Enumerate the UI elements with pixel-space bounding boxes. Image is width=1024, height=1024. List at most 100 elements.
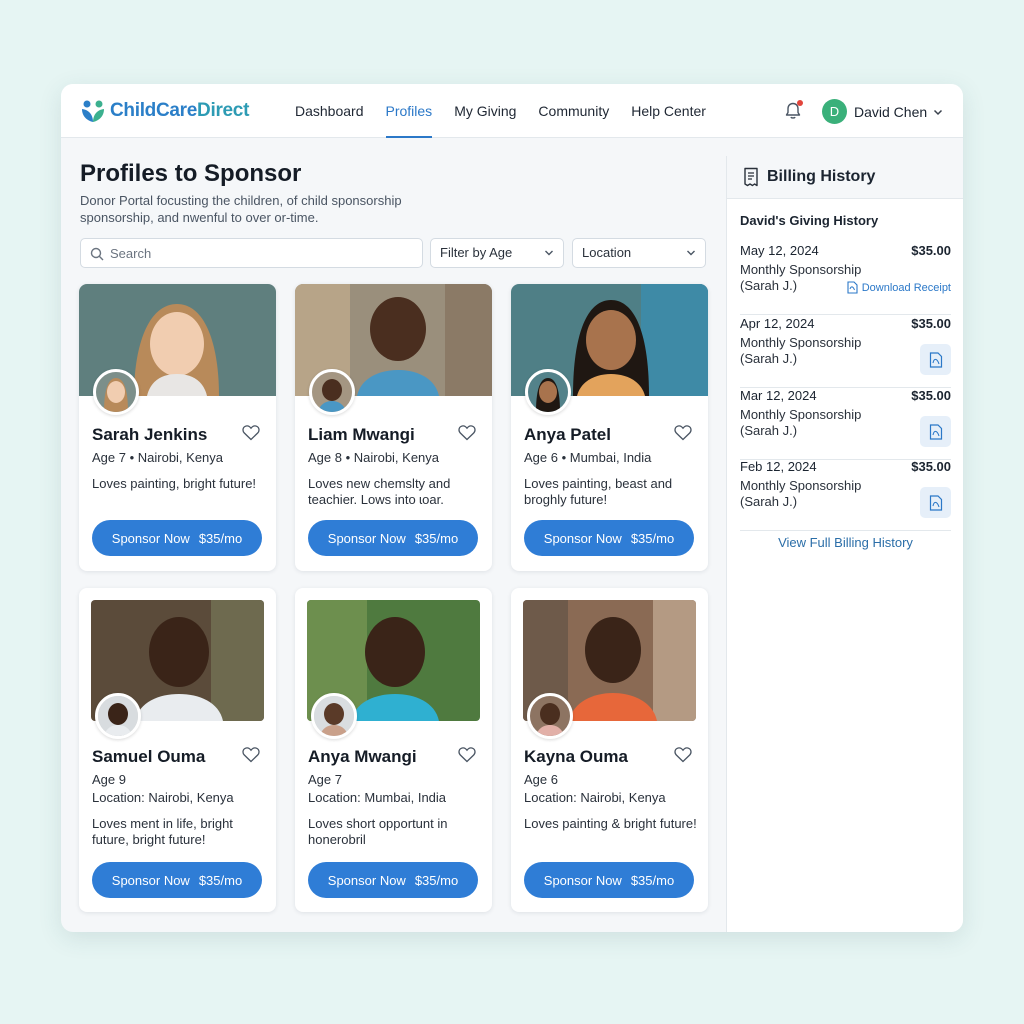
profile-name: Kayna Ouma bbox=[524, 747, 628, 766]
profile-meta: Age 8 • Nairobi, Kenya bbox=[308, 450, 440, 465]
notification-dot bbox=[797, 100, 803, 106]
sponsor-price: $35/mo bbox=[414, 872, 459, 888]
billing-amount: $35.00 bbox=[911, 459, 951, 474]
billing-amount: $35.00 bbox=[911, 243, 951, 258]
profile-description: Loves new chemslty and teachier. Lows in… bbox=[308, 476, 451, 507]
billing-entry: Feb 12, 2024 $35.00 Monthly Sponsorship … bbox=[740, 459, 951, 531]
billing-date: Apr 12, 2024 bbox=[740, 316, 815, 331]
profile-card[interactable]: Samuel Ouma Age 9 Location: Nairobi, Keny… bbox=[79, 588, 276, 912]
profile-card[interactable]: Anya Patel Age 6 • Mumbai, India Loves p… bbox=[511, 284, 708, 571]
user-name: David Chen bbox=[854, 103, 928, 120]
sponsor-label: Sponsor Now bbox=[327, 872, 406, 888]
billing-date: May 12, 2024 bbox=[740, 243, 819, 258]
sponsor-now-button[interactable]: Sponsor Now $35/mo bbox=[308, 862, 478, 898]
billing-entry: May 12, 2024 $35.00 Monthly Sponsorship … bbox=[740, 243, 951, 315]
profile-card[interactable]: Kayna Ouma Age 6 Location: Nairobi, Kenya… bbox=[511, 588, 708, 912]
sponsor-label: Sponsor Now bbox=[111, 872, 190, 888]
top-navigation-bar: ChildCareDirect Dashboard Profiles My Gi… bbox=[61, 84, 963, 138]
profile-description: Loves ment in life, bright future, brigh… bbox=[92, 816, 233, 847]
sponsor-price: $35/mo bbox=[414, 530, 459, 546]
heart-icon[interactable] bbox=[458, 746, 476, 763]
sponsor-label: Sponsor Now bbox=[543, 872, 622, 888]
chevron-down-icon bbox=[687, 250, 695, 256]
avatar bbox=[93, 369, 139, 415]
sponsor-price: $35/mo bbox=[630, 872, 675, 888]
heart-icon[interactable] bbox=[242, 746, 260, 763]
logo-icon bbox=[82, 100, 104, 122]
sponsor-now-button[interactable]: Sponsor Now $35/mo bbox=[524, 862, 694, 898]
profile-age: Age 6 bbox=[524, 772, 558, 787]
profile-card[interactable]: Anya Mwangi Age 7 Location: Mumbai, India… bbox=[295, 588, 492, 912]
user-menu[interactable]: D David Chen bbox=[822, 99, 943, 124]
profile-card[interactable]: Sarah Jenkins Age 7 • Nairobi, Kenya Lov… bbox=[79, 284, 276, 571]
download-pdf-button[interactable] bbox=[920, 416, 951, 447]
sponsor-now-button[interactable]: Sponsor Now $35/mo bbox=[92, 862, 262, 898]
filter-age-select[interactable]: Filter by Age bbox=[430, 238, 564, 268]
avatar bbox=[309, 369, 355, 415]
location-label: Location bbox=[582, 245, 632, 260]
profile-location: Location: Nairobi, Kenya bbox=[524, 790, 666, 805]
profile-name: Samuel Ouma bbox=[92, 747, 206, 766]
sponsor-now-button[interactable]: Sponsor Now $35/mo bbox=[524, 520, 694, 556]
profile-description: Loves short opportunt in honerobril bbox=[308, 816, 448, 847]
billing-description: Monthly Sponsorship (Sarah J.) bbox=[740, 478, 862, 509]
profile-description: Loves painting, bright future! bbox=[92, 476, 257, 491]
download-receipt-label: Download Receipt bbox=[861, 281, 951, 294]
nav-item-dashboard[interactable]: Dashboard bbox=[284, 84, 375, 138]
profile-card[interactable]: Liam Mwangi Age 8 • Nairobi, Kenya Loves… bbox=[295, 284, 492, 571]
view-full-billing-history-link[interactable]: View Full Billing History bbox=[727, 535, 963, 550]
nav-item-help-center[interactable]: Help Center bbox=[620, 84, 717, 138]
page-subtitle: Donor Portal focusting the children, of … bbox=[80, 193, 402, 225]
location-select[interactable]: Location bbox=[572, 238, 706, 268]
heart-icon[interactable] bbox=[674, 746, 692, 763]
pdf-icon bbox=[847, 281, 858, 294]
billing-title: Billing History bbox=[767, 168, 876, 185]
chevron-down-icon bbox=[934, 109, 943, 115]
sponsor-price: $35/mo bbox=[198, 872, 243, 888]
billing-entry: Mar 12, 2024 $35.00 Monthly Sponsorship … bbox=[740, 388, 951, 460]
profile-meta: Age 9 Location: Nairobi, Kenya bbox=[92, 771, 234, 807]
logo-text-part-1: ChildCare bbox=[110, 100, 198, 121]
sponsor-label: Sponsor Now bbox=[543, 530, 622, 546]
logo-text: ChildCareDirect bbox=[110, 100, 249, 122]
heart-icon[interactable] bbox=[242, 424, 260, 441]
profile-name: Anya Patel bbox=[524, 425, 611, 444]
avatar: D bbox=[822, 99, 847, 124]
download-pdf-button[interactable] bbox=[920, 344, 951, 375]
sponsor-now-button[interactable]: Sponsor Now $35/mo bbox=[308, 520, 478, 556]
search-input[interactable] bbox=[110, 239, 410, 267]
sponsor-price: $35/mo bbox=[630, 530, 675, 546]
profile-age: Age 9 bbox=[92, 772, 126, 787]
profile-meta: Age 7 Location: Mumbai, India bbox=[308, 771, 446, 807]
avatar bbox=[95, 693, 141, 739]
logo[interactable]: ChildCareDirect bbox=[80, 99, 249, 123]
logo-text-part-2: Direct bbox=[197, 100, 250, 121]
nav-item-profiles[interactable]: Profiles bbox=[375, 84, 444, 138]
profile-name: Liam Mwangi bbox=[308, 425, 415, 444]
profile-description: Loves painting, beast and broghly future… bbox=[524, 476, 673, 507]
download-receipt-link[interactable]: Download Receipt bbox=[847, 281, 951, 294]
profile-location: Location: Nairobi, Kenya bbox=[92, 790, 234, 805]
sponsor-label: Sponsor Now bbox=[327, 530, 406, 546]
heart-icon[interactable] bbox=[674, 424, 692, 441]
pdf-icon bbox=[929, 351, 942, 368]
billing-date: Mar 12, 2024 bbox=[740, 388, 817, 403]
sponsor-now-button[interactable]: Sponsor Now $35/mo bbox=[92, 520, 262, 556]
profile-meta: Age 7 • Nairobi, Kenya bbox=[92, 450, 224, 465]
search-box[interactable] bbox=[80, 238, 423, 268]
billing-header: Billing History bbox=[727, 156, 963, 199]
main-nav: Dashboard Profiles My Giving Community H… bbox=[284, 84, 717, 138]
receipt-icon bbox=[744, 167, 758, 187]
nav-item-community[interactable]: Community bbox=[527, 84, 620, 138]
search-icon bbox=[90, 247, 104, 261]
filter-age-label: Filter by Age bbox=[440, 245, 513, 260]
avatar bbox=[527, 693, 573, 739]
download-pdf-button[interactable] bbox=[920, 487, 951, 518]
page-title: Profiles to Sponsor bbox=[80, 160, 302, 187]
billing-amount: $35.00 bbox=[911, 316, 951, 331]
nav-item-my-giving[interactable]: My Giving bbox=[443, 84, 527, 138]
heart-icon[interactable] bbox=[458, 424, 476, 441]
avatar bbox=[311, 693, 357, 739]
profile-meta: Age 6 • Mumbai, India bbox=[524, 450, 652, 465]
avatar bbox=[525, 369, 571, 415]
